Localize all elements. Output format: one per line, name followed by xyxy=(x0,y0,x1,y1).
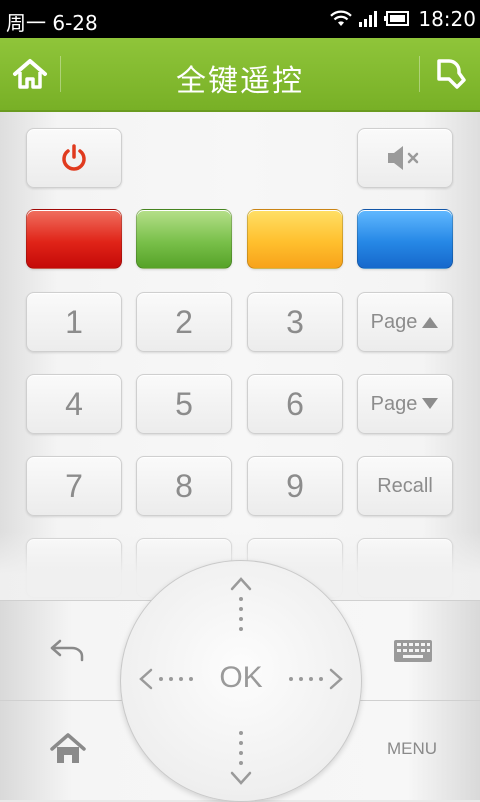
key-label: 1 xyxy=(65,303,83,340)
title-bar: 全键遥控 xyxy=(0,38,480,112)
menu-button[interactable]: MENU xyxy=(362,704,462,794)
yellow-key[interactable] xyxy=(247,209,343,269)
key-9[interactable]: 9 xyxy=(247,456,343,516)
key-label: 6 xyxy=(286,385,304,422)
key-3[interactable]: 3 xyxy=(247,292,343,352)
key-2[interactable]: 2 xyxy=(136,292,232,352)
key-6[interactable]: 6 xyxy=(247,374,343,434)
page-down-label: Page xyxy=(370,392,418,415)
divider xyxy=(419,56,420,92)
key-1[interactable]: 1 xyxy=(26,292,122,352)
battery-icon xyxy=(384,11,410,26)
page-title: 全键遥控 xyxy=(176,64,304,99)
key-4[interactable]: 4 xyxy=(26,374,122,434)
home-icon xyxy=(50,733,86,763)
back-button[interactable] xyxy=(18,606,118,696)
signal-icon xyxy=(359,11,378,27)
status-date: 周一 6-28 xyxy=(6,11,98,35)
keyboard-button[interactable] xyxy=(363,606,463,696)
triangle-up-icon xyxy=(422,317,439,328)
key-label: 7 xyxy=(65,467,83,504)
status-bar: 周一 6-28 18:20 xyxy=(0,0,480,38)
key-label: 3 xyxy=(286,303,304,340)
mute-button[interactable] xyxy=(357,128,453,188)
status-time: 18:20 xyxy=(418,7,476,31)
blue-key[interactable] xyxy=(357,209,453,269)
page-up-button[interactable]: Page xyxy=(357,292,453,352)
menu-label: MENU xyxy=(386,739,438,758)
red-key[interactable] xyxy=(26,209,122,269)
page-up-label: Page xyxy=(370,310,418,333)
green-key[interactable] xyxy=(136,209,232,269)
page-down-button[interactable]: Page xyxy=(357,374,453,434)
key-label: 9 xyxy=(286,467,304,504)
down-arrow-icon[interactable] xyxy=(229,717,253,787)
up-arrow-icon[interactable] xyxy=(229,575,253,645)
recall-label: Recall xyxy=(377,474,433,497)
keyboard-icon xyxy=(394,640,432,662)
remote-switch-button[interactable] xyxy=(426,50,474,98)
key-label: 5 xyxy=(175,385,193,422)
dpad[interactable]: OK xyxy=(120,560,362,802)
home-key-button[interactable] xyxy=(18,704,118,794)
mute-icon xyxy=(388,146,419,170)
key-7[interactable]: 7 xyxy=(26,456,122,516)
power-icon xyxy=(62,144,86,171)
back-icon xyxy=(50,639,84,662)
key-label: 4 xyxy=(65,385,83,422)
power-button[interactable] xyxy=(26,128,122,188)
wifi-icon xyxy=(330,10,353,26)
remote-icon xyxy=(437,59,466,89)
triangle-down-icon xyxy=(422,398,439,409)
recall-button[interactable]: Recall xyxy=(357,456,453,516)
key-label: 8 xyxy=(175,467,193,504)
key-5[interactable]: 5 xyxy=(136,374,232,434)
key-label: 2 xyxy=(175,303,193,340)
key-8[interactable]: 8 xyxy=(136,456,232,516)
remote-panel: 1 2 3 Page 4 5 6 Page 7 8 9 Recall xyxy=(0,112,480,602)
ok-button[interactable]: OK xyxy=(121,661,361,695)
